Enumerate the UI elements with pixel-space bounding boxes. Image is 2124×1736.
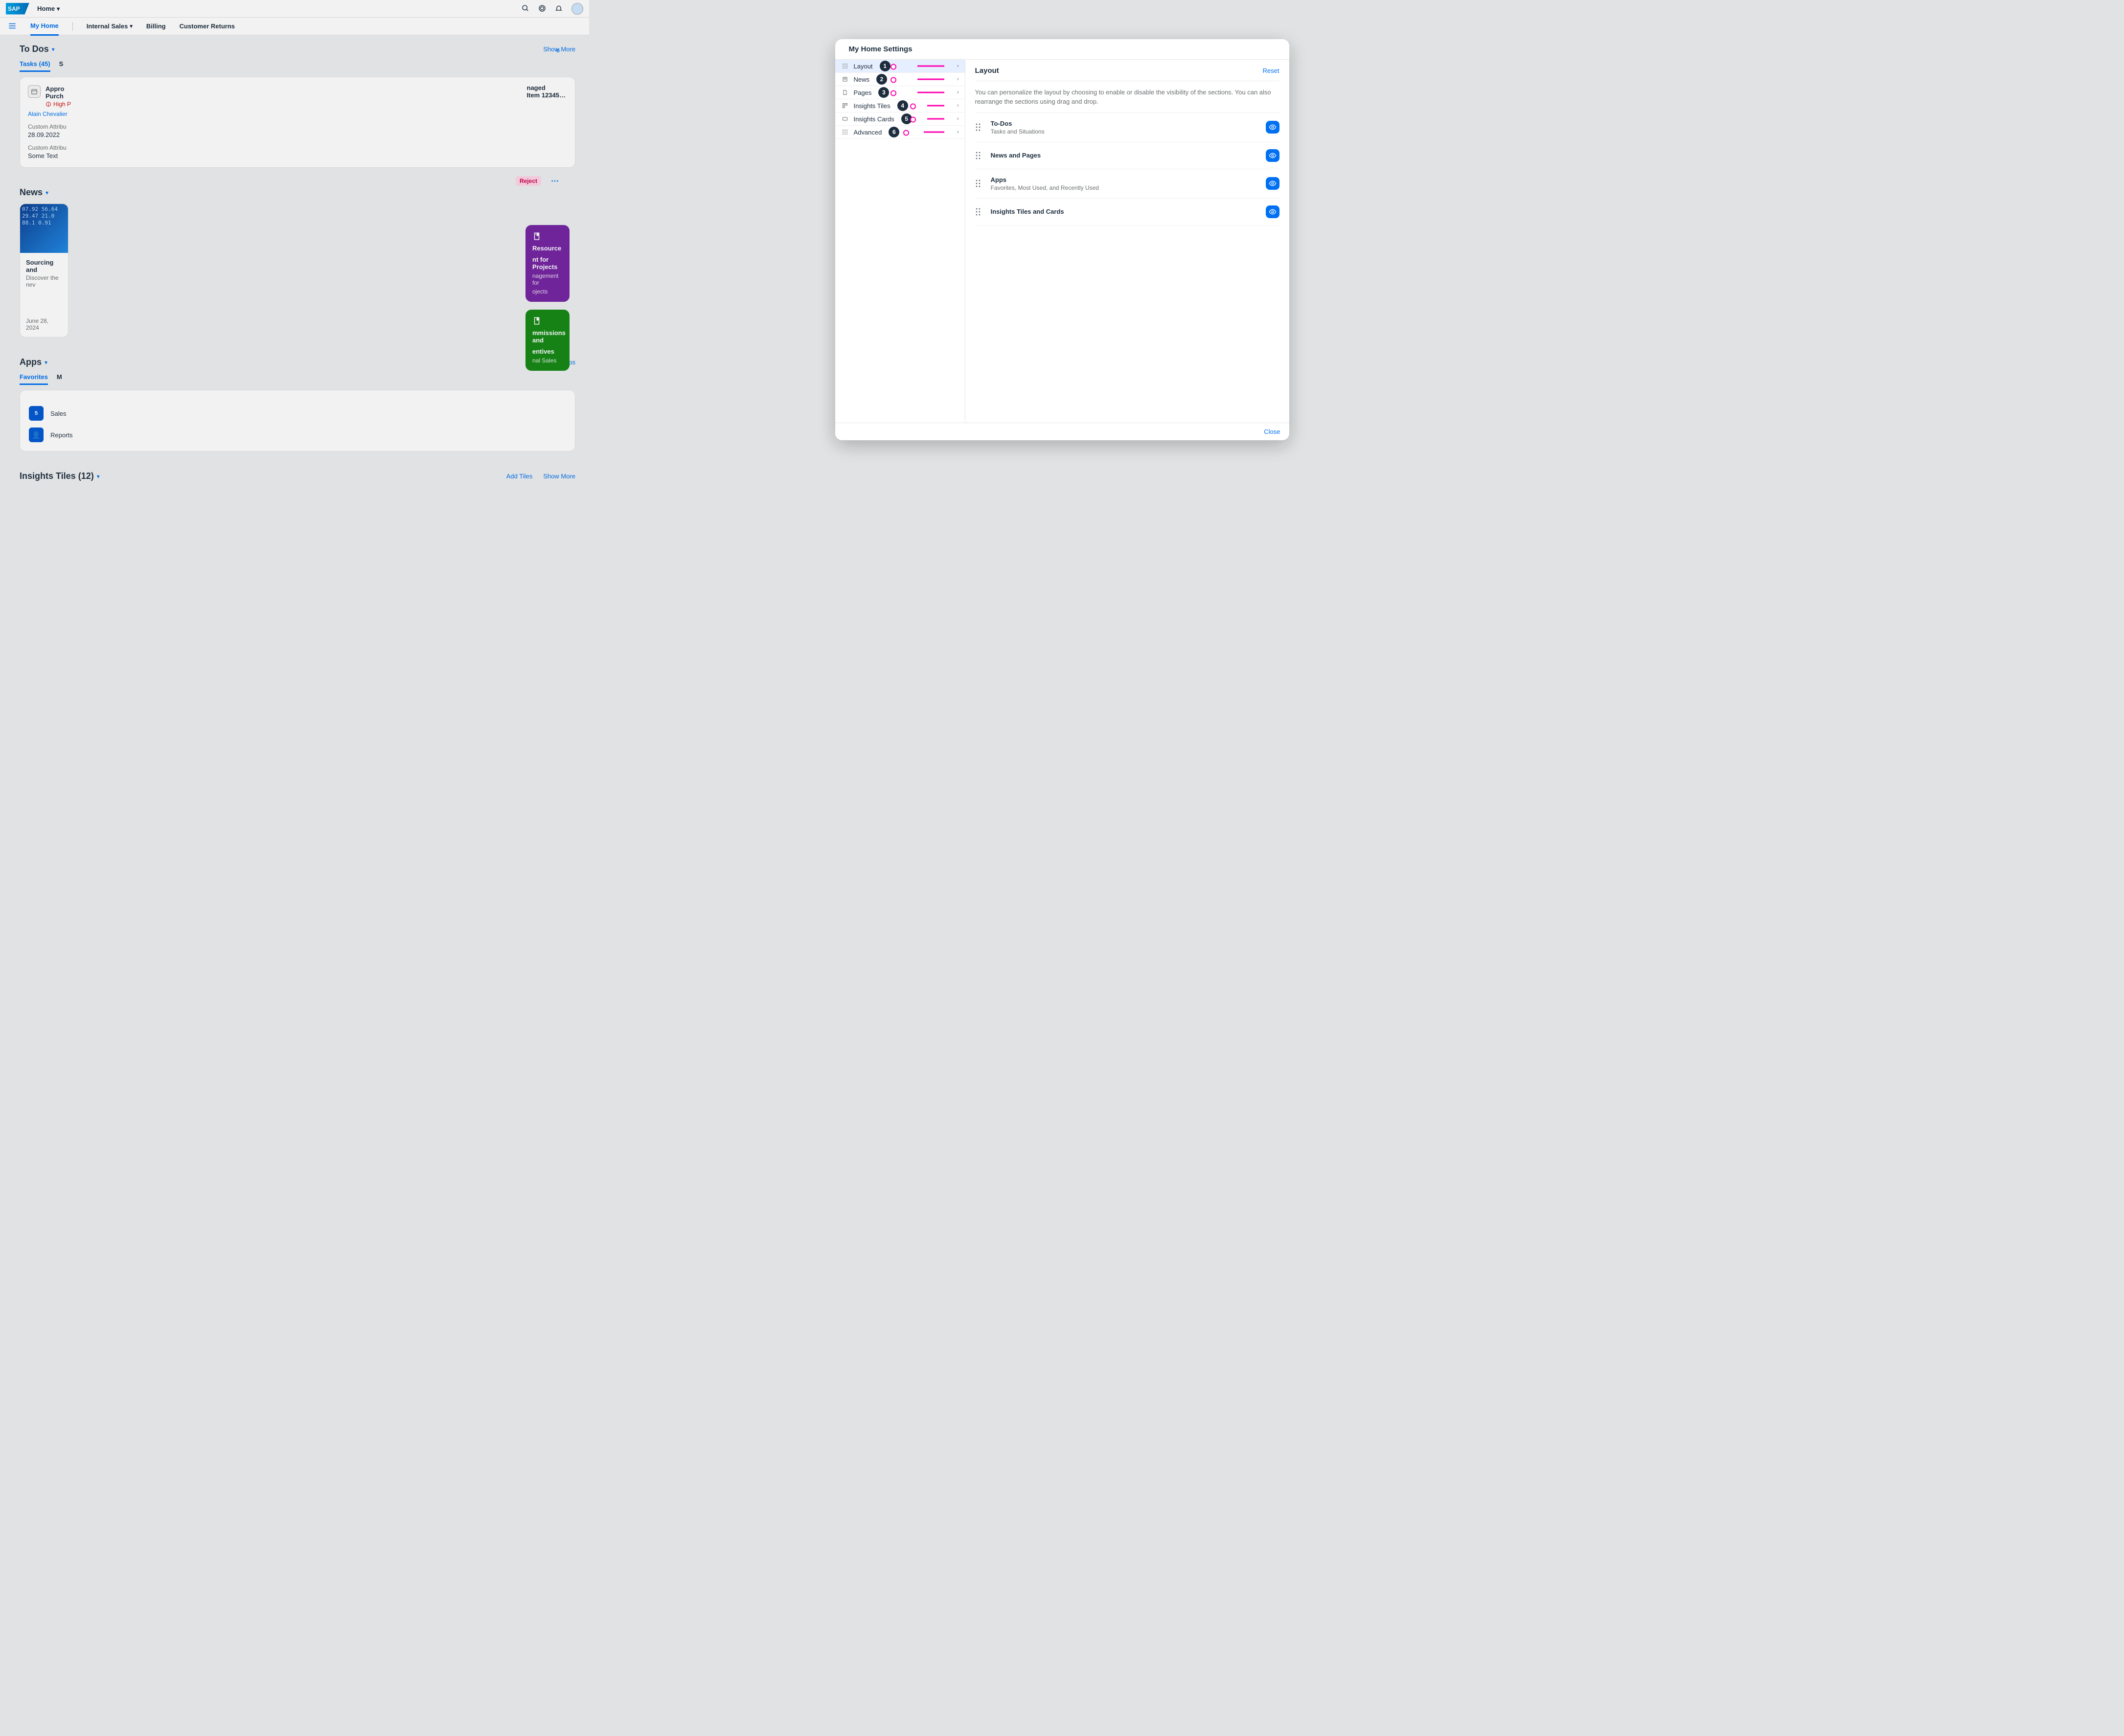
annotation-badge: 1 xyxy=(880,61,891,71)
chevron-right-icon: › xyxy=(957,129,959,135)
close-button[interactable]: Close xyxy=(1264,428,1280,435)
layout-icon xyxy=(841,63,849,69)
dialog-title: My Home Settings xyxy=(835,39,1289,60)
settings-dialog: My Home Settings Layout 1 › News 2 › Pag xyxy=(835,39,1289,440)
reset-link[interactable]: Reset xyxy=(1263,67,1279,74)
eye-icon xyxy=(1269,180,1277,187)
nav-item-pages[interactable]: Pages 3 › xyxy=(835,86,965,99)
news-icon xyxy=(841,76,849,82)
layout-row-insights: Insights Tiles and Cards xyxy=(975,198,1279,225)
pages-icon xyxy=(841,90,849,95)
drag-handle-icon[interactable] xyxy=(975,151,981,160)
drag-handle-icon[interactable] xyxy=(975,123,981,132)
nav-label: Insights Tiles xyxy=(854,102,891,110)
chevron-right-icon: › xyxy=(957,76,959,82)
row-title: To-Dos xyxy=(991,120,1256,127)
layout-row-todos: To-Dos Tasks and Situations xyxy=(975,113,1279,142)
eye-icon xyxy=(1269,208,1277,216)
modal-overlay: My Home Settings Layout 1 › News 2 › Pag xyxy=(0,0,2124,1736)
annotation-badge: 3 xyxy=(878,87,889,98)
chevron-right-icon: › xyxy=(957,90,959,95)
panel-title: Layout xyxy=(975,67,999,75)
cards-icon xyxy=(841,116,849,122)
annotation-badge: 2 xyxy=(876,74,887,85)
dialog-main: Layout Reset You can personalize the lay… xyxy=(965,60,1289,423)
nav-item-news[interactable]: News 2 › xyxy=(835,73,965,86)
chevron-right-icon: › xyxy=(957,103,959,109)
row-title: News and Pages xyxy=(991,152,1256,159)
nav-label: Advanced xyxy=(854,129,882,136)
tiles-icon xyxy=(841,103,849,109)
nav-item-insights-tiles[interactable]: Insights Tiles 4 › xyxy=(835,99,965,113)
chevron-right-icon: › xyxy=(957,63,959,69)
nav-label: Pages xyxy=(854,89,872,96)
eye-icon xyxy=(1269,152,1277,159)
eye-icon xyxy=(1269,123,1277,131)
settings-icon xyxy=(841,129,849,135)
visibility-toggle[interactable] xyxy=(1266,149,1279,162)
chevron-right-icon: › xyxy=(957,116,959,122)
layout-row-news: News and Pages xyxy=(975,142,1279,169)
nav-item-advanced[interactable]: Advanced 6 › xyxy=(835,126,965,139)
annotation-badge: 4 xyxy=(897,100,908,111)
visibility-toggle[interactable] xyxy=(1266,177,1279,190)
dialog-nav: Layout 1 › News 2 › Pages 3 › xyxy=(835,60,965,423)
panel-help-text: You can personalize the layout by choosi… xyxy=(975,81,1279,113)
nav-item-layout[interactable]: Layout 1 › xyxy=(835,60,965,73)
drag-handle-icon[interactable] xyxy=(975,179,981,188)
nav-label: News xyxy=(854,76,870,83)
nav-item-insights-cards[interactable]: Insights Cards 5 › xyxy=(835,113,965,126)
visibility-toggle[interactable] xyxy=(1266,205,1279,218)
row-title: Insights Tiles and Cards xyxy=(991,208,1256,215)
layout-row-apps: Apps Favorites, Most Used, and Recently … xyxy=(975,169,1279,198)
nav-label: Layout xyxy=(854,63,873,70)
visibility-toggle[interactable] xyxy=(1266,121,1279,134)
nav-label: Insights Cards xyxy=(854,115,894,123)
row-sub: Favorites, Most Used, and Recently Used xyxy=(991,184,1256,191)
annotation-badge: 6 xyxy=(889,127,899,137)
row-sub: Tasks and Situations xyxy=(991,128,1256,135)
dialog-footer: Close xyxy=(835,423,1289,440)
row-title: Apps xyxy=(991,176,1256,183)
drag-handle-icon[interactable] xyxy=(975,207,981,216)
